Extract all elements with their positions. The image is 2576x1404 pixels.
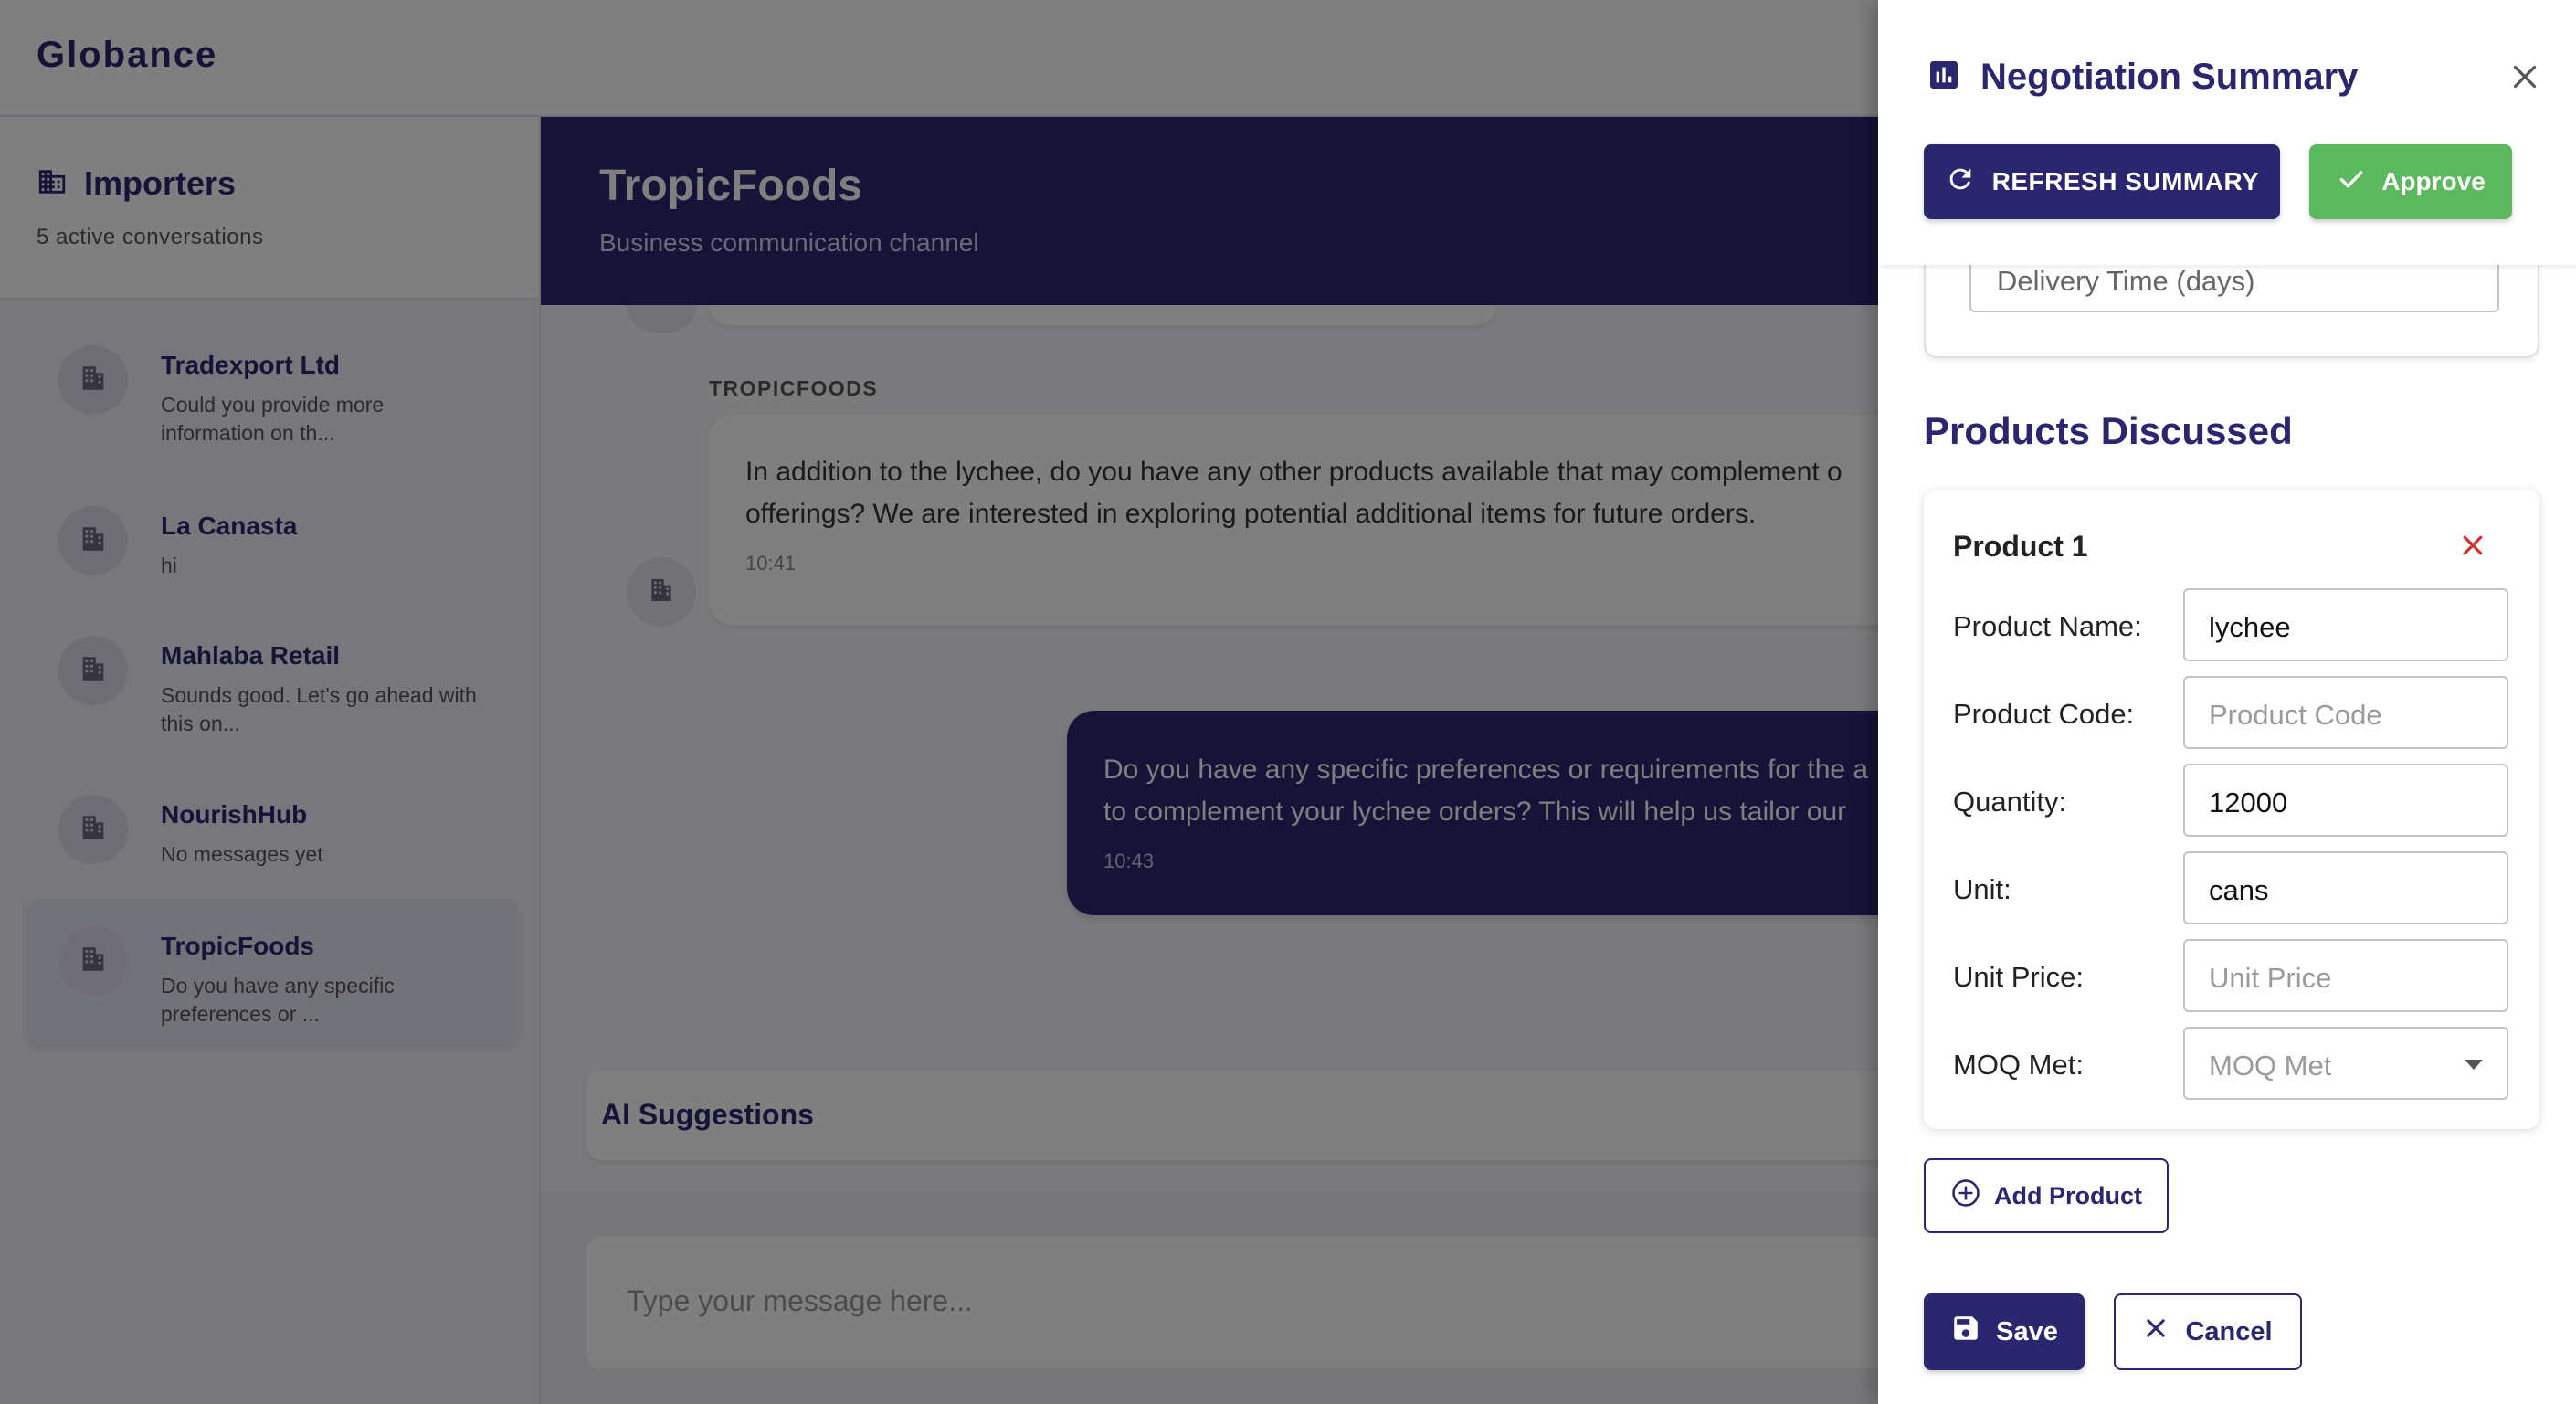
approve-button[interactable]: Approve (2309, 144, 2512, 219)
drawer-title-text: Negotiation Summary (1980, 57, 2359, 97)
drawer-header: Negotiation Summary REFRESH SUMMARY Appr… (1878, 0, 2576, 265)
delivery-time-placeholder: Delivery Time (days) (1997, 265, 2255, 297)
quantity-input[interactable]: 12000 (2183, 764, 2508, 837)
moq-met-row: MOQ Met: MOQ Met (1953, 1027, 2510, 1100)
cancel-label: Cancel (2185, 1316, 2273, 1346)
add-circle-icon (1950, 1177, 1981, 1215)
close-icon (2143, 1315, 2169, 1348)
add-product-label: Add Product (1994, 1181, 2142, 1209)
moq-met-select[interactable]: MOQ Met (2183, 1027, 2508, 1100)
refresh-summary-label: REFRESH SUMMARY (1991, 167, 2260, 195)
check-icon (2336, 164, 2367, 201)
cancel-button[interactable]: Cancel (2114, 1293, 2302, 1370)
remove-product-icon[interactable] (2459, 532, 2486, 559)
product-card: Product 1 Product Name: lychee Product C… (1924, 490, 2539, 1129)
add-product-button[interactable]: Add Product (1924, 1158, 2169, 1233)
product-code-input[interactable]: Product Code (2183, 676, 2508, 749)
field-label: Unit: (1953, 873, 2011, 905)
field-label: Quantity: (1953, 786, 2067, 818)
product-name-input[interactable]: lychee (2183, 588, 2508, 661)
product-heading: Product 1 (1953, 530, 2088, 563)
unit-price-row: Unit Price: Unit Price (1953, 939, 2510, 1012)
save-button[interactable]: Save (1924, 1293, 2085, 1370)
field-placeholder: MOQ Met (2209, 1050, 2332, 1082)
field-label: MOQ Met: (1953, 1049, 2084, 1081)
refresh-summary-button[interactable]: REFRESH SUMMARY (1924, 144, 2280, 219)
product-code-row: Product Code: Product Code (1953, 676, 2510, 749)
products-section-title: Products Discussed (1924, 409, 2293, 452)
negotiation-summary-drawer: Delivery Time (days) Products Discussed … (1878, 0, 2576, 1404)
save-icon (1950, 1313, 1981, 1351)
product-name-row: Product Name: lychee (1953, 588, 2510, 661)
drawer-title: Negotiation Summary (1926, 57, 2358, 98)
field-value: 12000 (2209, 786, 2288, 818)
field-label: Product Code: (1953, 698, 2135, 730)
unit-price-input[interactable]: Unit Price (2183, 939, 2508, 1012)
unit-row: Unit: cans (1953, 851, 2510, 924)
save-label: Save (1996, 1316, 2058, 1346)
quantity-row: Quantity: 12000 (1953, 764, 2510, 837)
field-label: Unit Price: (1953, 961, 2084, 993)
field-label: Product Name: (1953, 610, 2142, 642)
unit-input[interactable]: cans (2183, 851, 2508, 924)
bar-chart-icon (1926, 57, 1962, 98)
dropdown-arrow-icon (2465, 1060, 2483, 1070)
field-value: cans (2209, 874, 2269, 906)
field-placeholder: Unit Price (2209, 962, 2332, 994)
refresh-icon (1945, 164, 1976, 201)
field-placeholder: Product Code (2209, 699, 2382, 731)
close-icon[interactable] (2508, 60, 2541, 93)
approve-label: Approve (2381, 167, 2486, 195)
field-value: lychee (2209, 611, 2291, 643)
